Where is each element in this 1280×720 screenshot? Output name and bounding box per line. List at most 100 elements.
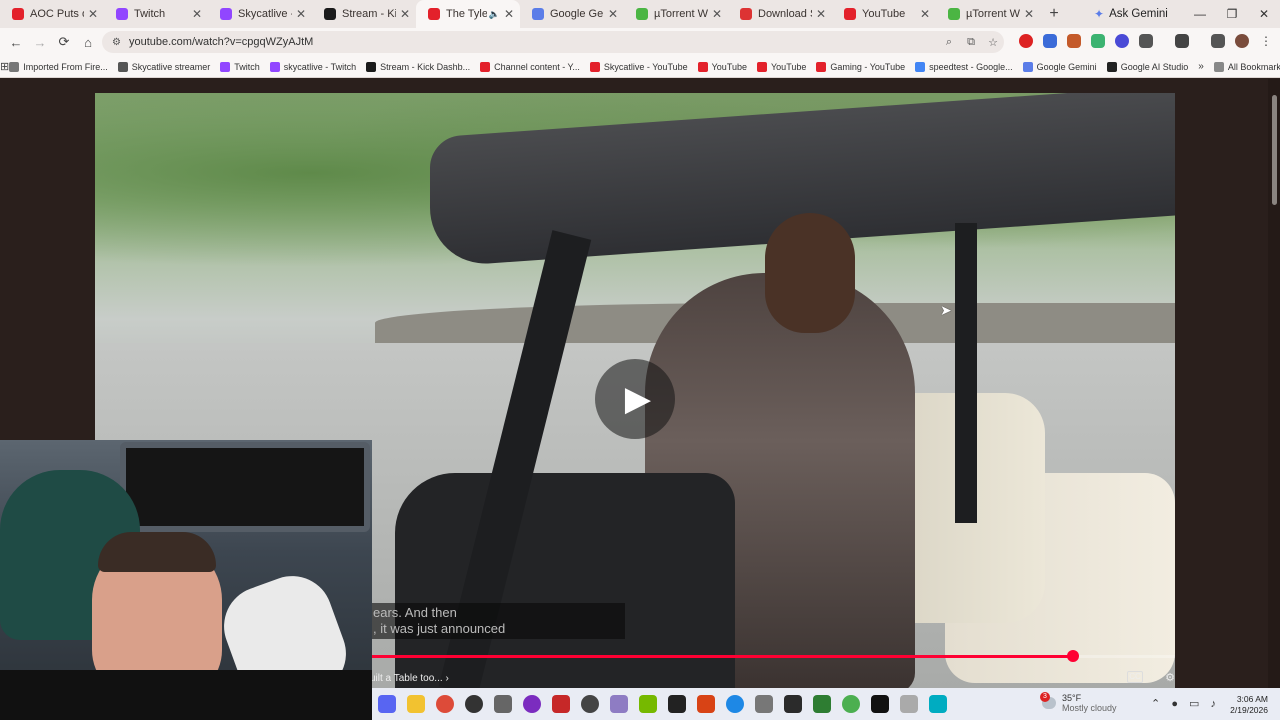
scrollbar-thumb[interactable] — [1272, 95, 1277, 205]
browser-tab[interactable]: AOC Puts on a ✕ — [0, 0, 104, 28]
bookmark-item[interactable]: Skycatlive - YouTube — [589, 61, 688, 72]
tab-close-icon[interactable]: ✕ — [816, 7, 826, 21]
settings-gear-icon[interactable]: ⚙ — [1160, 671, 1175, 684]
bookmark-item[interactable]: Stream - Kick Dashb... — [366, 61, 470, 72]
github-icon[interactable] — [464, 695, 483, 713]
page-scrollbar[interactable] — [1268, 79, 1280, 688]
bookmark-item[interactable]: skycatlive - Twitch — [269, 61, 356, 72]
progress-scrubber[interactable] — [1066, 650, 1079, 662]
bookmark-item[interactable]: Imported From Fire... — [9, 61, 108, 72]
bookmark-item[interactable]: Gaming - YouTube — [816, 61, 905, 72]
kick-icon[interactable] — [783, 695, 802, 713]
tab-close-icon[interactable]: ✕ — [88, 7, 98, 21]
bookmark-item[interactable]: Google AI Studio — [1106, 61, 1188, 72]
browser-tab[interactable]: The Tyler Pe🔈 ✕ — [416, 0, 520, 28]
snip-icon[interactable] — [609, 695, 628, 713]
video-progress-bar[interactable] — [370, 650, 1175, 662]
bookmark-item[interactable]: Google Gemini — [1022, 61, 1097, 72]
puzzle-icon[interactable] — [1139, 34, 1153, 48]
bookmark-item[interactable]: Skycatlive streamer — [117, 61, 210, 72]
bookmark-item[interactable]: Twitch — [220, 61, 260, 72]
browser-tab[interactable]: Skycatlive - Twi ✕ — [208, 0, 312, 28]
epic-icon[interactable] — [667, 695, 686, 713]
obs-icon[interactable] — [522, 695, 541, 713]
zoom-icon[interactable]: ⌕ — [938, 36, 960, 49]
settings-icon[interactable] — [754, 695, 773, 713]
forward-arrow-icon[interactable]: → — [28, 35, 52, 50]
explorer-icon[interactable] — [406, 695, 425, 713]
bottle-app-icon[interactable] — [899, 695, 918, 713]
browser-tab[interactable]: µTorrent Web ✕ — [624, 0, 728, 28]
ask-gemini-button[interactable]: ✦ Ask Gemini — [1094, 7, 1168, 21]
side-panel-icon[interactable] — [1175, 34, 1189, 48]
restore-icon[interactable]: ❐ — [1216, 0, 1248, 28]
green-extension-icon[interactable] — [1091, 34, 1105, 48]
chevron-up-icon[interactable]: ⌃ — [1151, 698, 1160, 710]
bookmark-label: YouTube — [711, 61, 747, 72]
all-bookmarks-folder[interactable]: All Bookmarks — [1213, 61, 1280, 72]
browser-tab[interactable]: Download Suck ✕ — [728, 0, 832, 28]
circle-extension-icon[interactable] — [1115, 34, 1129, 48]
browser-tab[interactable]: Twitch ✕ — [104, 0, 208, 28]
media-icon[interactable] — [1211, 34, 1225, 48]
bookmark-item[interactable]: YouTube — [697, 61, 747, 72]
bookmark-label: Skycatlive - YouTube — [603, 61, 688, 72]
browser-tab[interactable]: YouTube ✕ — [832, 0, 936, 28]
browser-tab[interactable]: µTorrent Web ✕ — [936, 0, 1040, 28]
app-icon[interactable] — [493, 695, 512, 713]
browser-tab[interactable]: Google Gemini ✕ — [520, 0, 624, 28]
site-info-icon[interactable]: ⚙ — [112, 37, 121, 48]
notepad-icon[interactable] — [928, 695, 947, 713]
bookmark-item[interactable]: Channel content - Y... — [480, 61, 580, 72]
black-app-icon[interactable] — [870, 695, 889, 713]
ublock-extension-icon[interactable] — [1019, 34, 1033, 48]
weather-widget[interactable]: 3 35°F Mostly cloudy — [1040, 692, 1117, 713]
bookmark-item[interactable]: speedtest - Google... — [915, 61, 1013, 72]
profile-avatar[interactable] — [1235, 34, 1249, 48]
chrome-icon[interactable] — [435, 695, 454, 713]
apps-grid-icon[interactable]: ⊞ — [0, 60, 9, 73]
address-bar[interactable]: ⚙ youtube.com/watch?v=cpgqWZyAJtM ⌕ ⧉ ☆ — [102, 31, 1004, 53]
tab-audio-icon[interactable]: 🔈 — [489, 9, 500, 20]
green-app-icon[interactable] — [841, 695, 860, 713]
steam-icon[interactable] — [580, 695, 599, 713]
reload-icon[interactable]: ⟳ — [52, 34, 76, 50]
speaker-extension-icon[interactable] — [1067, 34, 1081, 48]
install-app-icon[interactable]: ⧉ — [960, 36, 982, 49]
discord-icon[interactable] — [377, 695, 396, 713]
volume-icon[interactable]: ♪ — [1211, 698, 1217, 710]
chapter-title[interactable]: uilt a Table too... › — [370, 673, 449, 684]
close-window-icon[interactable]: ✕ — [1248, 0, 1280, 28]
microphone-icon[interactable]: ● — [1171, 698, 1178, 710]
browser-tab[interactable]: Stream - Kick D ✕ — [312, 0, 416, 28]
game-icon[interactable] — [551, 695, 570, 713]
new-tab-button[interactable]: + — [1040, 5, 1068, 23]
menu-dots-icon[interactable]: ⋮ — [1260, 34, 1272, 48]
tab-close-icon[interactable]: ✕ — [1024, 7, 1034, 21]
bookmark-favicon-icon — [1022, 61, 1033, 72]
bookmark-star-icon[interactable]: ☆ — [982, 36, 1004, 49]
play-app-icon[interactable] — [696, 695, 715, 713]
extension-icon[interactable] — [1043, 34, 1057, 48]
home-icon[interactable]: ⌂ — [76, 35, 100, 50]
nvidia-icon[interactable] — [638, 695, 657, 713]
edge-icon[interactable] — [725, 695, 744, 713]
more-bookmarks-icon[interactable]: » — [1198, 61, 1204, 72]
monitor-icon[interactable]: ▭ — [1189, 698, 1199, 710]
tab-close-icon[interactable]: ✕ — [712, 7, 722, 21]
captions-cc-icon[interactable]: CC — [1127, 671, 1143, 683]
bookmark-favicon-icon — [480, 61, 491, 72]
tab-close-icon[interactable]: ✕ — [504, 7, 514, 21]
tab-close-icon[interactable]: ✕ — [400, 7, 410, 21]
clock[interactable]: 3:06 AM 2/19/2026 — [1230, 694, 1268, 716]
play-icon[interactable]: ▶ — [595, 359, 675, 439]
minimize-icon[interactable]: — — [1184, 0, 1216, 28]
tab-close-icon[interactable]: ✕ — [920, 7, 930, 21]
bookmark-item[interactable]: YouTube — [757, 61, 806, 72]
tab-close-icon[interactable]: ✕ — [296, 7, 306, 21]
spreadsheet-icon[interactable] — [812, 695, 831, 713]
tab-favicon-icon — [948, 8, 960, 20]
tab-close-icon[interactable]: ✕ — [192, 7, 202, 21]
tab-close-icon[interactable]: ✕ — [608, 7, 618, 21]
back-arrow-icon[interactable]: ← — [4, 35, 28, 50]
